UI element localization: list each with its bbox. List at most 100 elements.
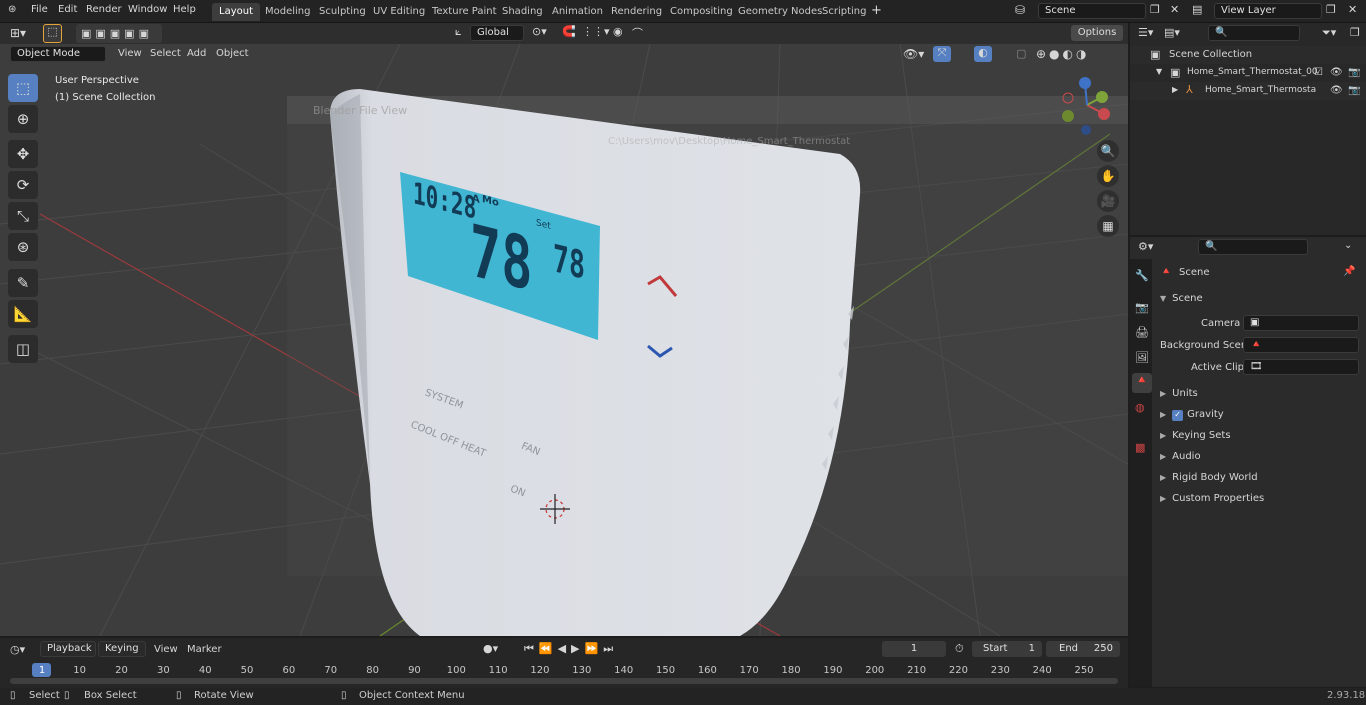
falloff-icon[interactable]: ⌒	[632, 25, 643, 41]
delete-view-layer-icon[interactable]: ✕	[1348, 3, 1357, 16]
pivot-point-icon[interactable]: ⊙▾	[532, 25, 547, 38]
blender-logo-icon[interactable]: ⊛	[8, 4, 16, 15]
gizmo-toggle-icon[interactable]: ⤧	[933, 46, 951, 62]
add-workspace-icon[interactable]: +	[871, 3, 882, 18]
rotate-tool-icon[interactable]: ⟳	[8, 171, 38, 199]
menu-window[interactable]: Window	[128, 4, 167, 15]
scale-tool-icon[interactable]: ⤡	[8, 202, 38, 230]
tab-uv-editing[interactable]: UV Editing	[366, 3, 432, 21]
texture-tab-icon[interactable]: ▩	[1135, 441, 1145, 454]
output-tab-icon[interactable]: 🖨	[1135, 326, 1149, 339]
outliner-row-root[interactable]: ▣ Scene Collection	[1130, 46, 1366, 64]
panel-audio[interactable]: ▶ Audio	[1160, 451, 1201, 462]
3d-viewport[interactable]: 10:28 A Mo 78 Set 78 SYSTEM COOL OFF HEA…	[0, 44, 1128, 636]
transform-tool-icon[interactable]: ⊛	[8, 233, 38, 261]
panel-gravity[interactable]: ▶ ✓ Gravity	[1160, 409, 1224, 421]
pin-icon[interactable]: 📌	[1343, 266, 1355, 277]
outliner-editor-icon[interactable]: ☰▾	[1138, 26, 1153, 39]
tab-texture-paint[interactable]: Texture Paint	[425, 3, 504, 21]
zoom-icon[interactable]: 🔍	[1097, 140, 1119, 162]
new-scene-icon[interactable]: ❐	[1150, 3, 1160, 16]
transform-orientation-icon[interactable]: ⟀	[455, 25, 462, 39]
transform-orientation-dropdown[interactable]: Global	[470, 25, 524, 41]
viewport-menu-add[interactable]: Add	[187, 48, 206, 59]
snap-settings-icon[interactable]: ⋮⋮▾	[582, 25, 610, 38]
cursor-tool-icon[interactable]: ⊕	[8, 105, 38, 133]
menu-render[interactable]: Render	[86, 4, 122, 15]
menu-help[interactable]: Help	[173, 4, 196, 15]
checkbox-icon[interactable]: ☑	[1314, 67, 1323, 78]
display-mode-icon[interactable]: ▤▾	[1164, 26, 1180, 39]
select-mode-icons[interactable]: ▣▣▣▣▣	[76, 24, 162, 43]
camera-render-icon[interactable]: 📷	[1348, 67, 1360, 78]
gravity-checkbox[interactable]: ✓	[1172, 410, 1184, 421]
background-scene-field[interactable]: 🔺	[1243, 337, 1359, 353]
tab-sculpting[interactable]: Sculpting	[312, 3, 373, 21]
overlay-toggle-icon[interactable]: ◐	[974, 46, 992, 62]
snap-icon[interactable]: 🧲	[562, 25, 576, 38]
filter-icon[interactable]: ⏷▾	[1322, 26, 1336, 40]
view-layer-icon[interactable]: ▤	[1192, 3, 1202, 16]
end-frame-field[interactable]: End 250	[1046, 641, 1120, 657]
tab-compositing[interactable]: Compositing	[663, 3, 740, 21]
properties-options-icon[interactable]: ⌄	[1344, 240, 1352, 251]
view-layer-field[interactable]: View Layer	[1214, 3, 1322, 19]
camera-view-icon[interactable]: 🎥	[1097, 190, 1119, 212]
scene-selector-icon[interactable]: ⛁	[1015, 3, 1025, 17]
start-frame-field[interactable]: Start 1	[972, 641, 1042, 657]
record-icon[interactable]: ●▾	[483, 642, 498, 655]
select-box-tool-icon[interactable]: ⬚	[8, 74, 38, 102]
tab-layout[interactable]: Layout	[212, 3, 260, 21]
new-view-layer-icon[interactable]: ❐	[1326, 3, 1336, 16]
viewport-menu-select[interactable]: Select	[150, 48, 181, 59]
viewport-menu-object[interactable]: Object	[216, 48, 249, 59]
menu-edit[interactable]: Edit	[58, 4, 77, 15]
panel-custom-properties[interactable]: ▶ Custom Properties	[1160, 493, 1264, 504]
annotate-tool-icon[interactable]: ✎	[8, 269, 38, 297]
section-scene[interactable]: ▼ Scene	[1160, 293, 1203, 304]
menu-file[interactable]: File	[31, 4, 48, 15]
world-tab-icon[interactable]: ◍	[1135, 401, 1145, 414]
outliner-row-collection[interactable]: ▼ ▣ Home_Smart_Thermostat_00 ☑ 👁 📷	[1130, 64, 1366, 82]
panel-rigid-body-world[interactable]: ▶ Rigid Body World	[1160, 472, 1258, 483]
panel-keying-sets[interactable]: ▶ Keying Sets	[1160, 430, 1231, 441]
scene-name-field[interactable]: Scene	[1038, 3, 1146, 19]
ortho-grid-icon[interactable]: ▦	[1097, 215, 1119, 237]
tab-modeling[interactable]: Modeling	[258, 3, 318, 21]
active-clip-field[interactable]: 🎞	[1243, 359, 1359, 375]
properties-editor-icon[interactable]: ⚙▾	[1138, 240, 1153, 253]
eye-icon[interactable]: 👁	[1330, 85, 1343, 96]
viewport-menu-view[interactable]: View	[118, 48, 142, 59]
current-frame-field[interactable]: 1	[882, 641, 946, 657]
timeline-scrollbar[interactable]	[10, 678, 1118, 684]
tab-rendering[interactable]: Rendering	[604, 3, 669, 21]
tab-scripting[interactable]: Scripting	[815, 3, 873, 21]
visibility-icon[interactable]: 👁▾	[903, 47, 924, 61]
move-tool-icon[interactable]: ✥	[8, 140, 38, 168]
camera-field[interactable]: ▣	[1243, 315, 1359, 331]
delete-scene-icon[interactable]: ✕	[1170, 3, 1179, 16]
proportional-edit-icon[interactable]: ◉	[613, 25, 623, 38]
pan-hand-icon[interactable]: ✋	[1097, 165, 1119, 187]
editor-type-icon[interactable]: ⊞▾	[10, 26, 26, 40]
timeline-menu-marker[interactable]: Marker	[187, 644, 222, 655]
new-collection-icon[interactable]: ❐	[1350, 26, 1360, 39]
scene-tab-icon[interactable]: 🔺	[1132, 373, 1152, 393]
expand-right-icon[interactable]: ▶	[1172, 85, 1178, 94]
properties-search-input[interactable]: 🔍	[1198, 239, 1308, 255]
timeline-menu-view[interactable]: View	[154, 644, 178, 655]
object-mode-dropdown[interactable]: Object Mode	[10, 46, 106, 62]
keying-menu[interactable]: Keying	[98, 641, 146, 657]
render-tab-icon[interactable]: 📷	[1135, 301, 1149, 314]
navigation-gizmo[interactable]	[1056, 74, 1118, 136]
add-cube-tool-icon[interactable]: ◫	[8, 335, 38, 363]
expand-down-icon[interactable]: ▼	[1156, 67, 1162, 76]
outliner-search-input[interactable]: 🔍	[1208, 25, 1300, 41]
eye-icon[interactable]: 👁	[1330, 67, 1343, 78]
select-tool-icon[interactable]: ⬚	[43, 24, 62, 43]
tool-tab-icon[interactable]: 🔧	[1135, 269, 1149, 282]
tab-animation[interactable]: Animation	[545, 3, 610, 21]
options-button[interactable]: Options	[1071, 25, 1123, 41]
outliner-row-object[interactable]: ▶ ⅄ Home_Smart_Thermosta 👁 📷	[1130, 82, 1366, 100]
stopwatch-icon[interactable]: ⏱	[955, 642, 964, 656]
